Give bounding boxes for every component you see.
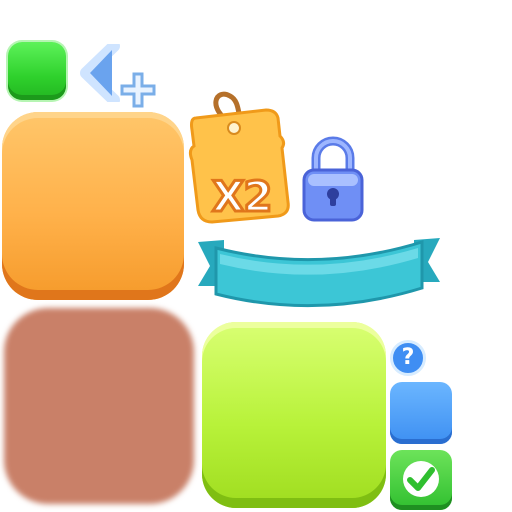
lock-icon [302, 136, 364, 222]
brown-tile [4, 308, 194, 504]
checkmark-icon [403, 461, 439, 497]
lime-tile [202, 322, 386, 508]
back-arrow-icon[interactable] [80, 44, 120, 102]
multiplier-label: X2 [211, 171, 275, 223]
orange-tile [2, 112, 184, 300]
blue-square-button[interactable] [390, 382, 452, 444]
help-icon[interactable]: ? [390, 340, 426, 376]
ribbon-banner [198, 238, 440, 308]
plus-icon[interactable] [116, 70, 160, 110]
green-square-button[interactable] [8, 42, 66, 100]
check-button[interactable] [390, 450, 452, 510]
